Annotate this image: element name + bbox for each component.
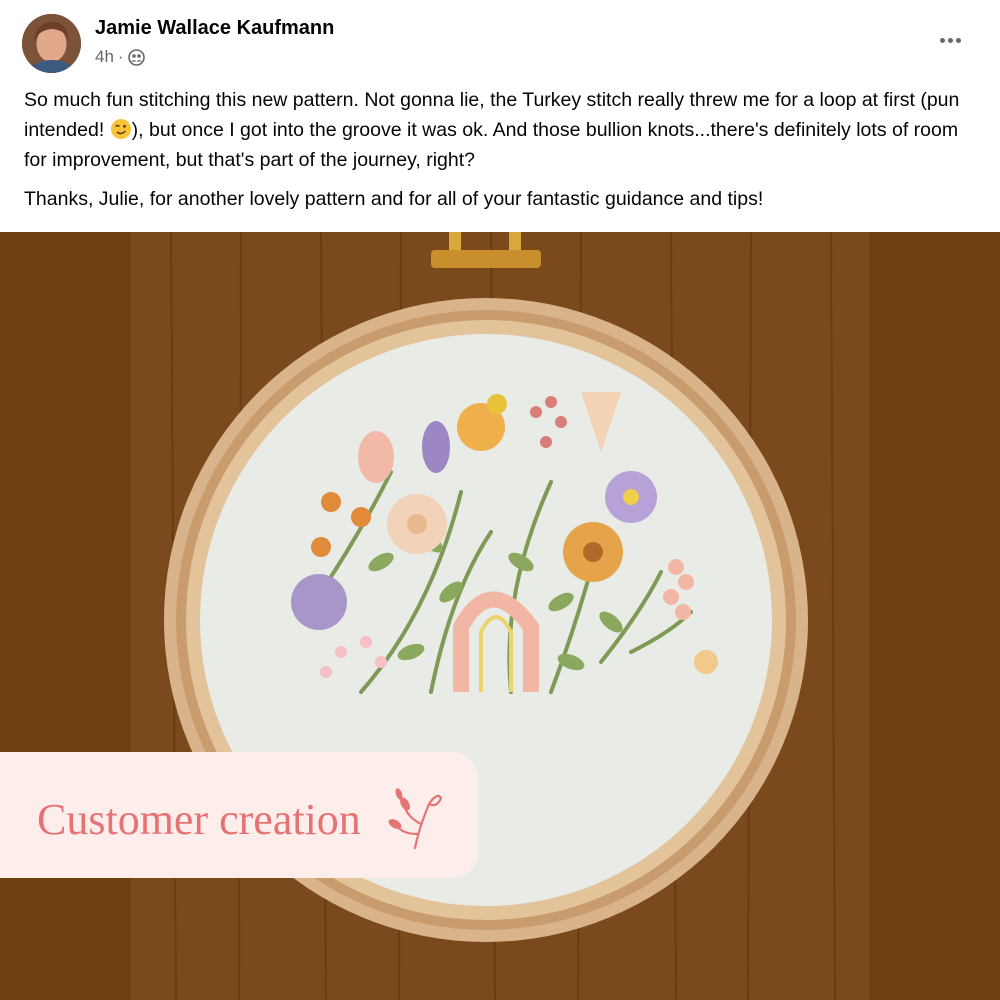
post-timestamp[interactable]: 4h	[95, 47, 114, 67]
post-paragraph-2: Thanks, Julie, for another lovely patter…	[24, 188, 764, 210]
post-body: So much fun stitching this new pattern. …	[24, 85, 974, 223]
post-meta: 4h ·	[95, 47, 145, 67]
post-photo[interactable]	[0, 232, 1000, 1000]
author-name[interactable]: Jamie Wallace Kaufmann	[95, 17, 334, 40]
embroidery-photo	[131, 232, 869, 1000]
post-header: Jamie Wallace Kaufmann 4h · So much fun …	[0, 0, 1000, 232]
friends-icon[interactable]	[127, 48, 145, 66]
post-paragraph-1: So much fun stitching this new pattern. …	[24, 85, 974, 175]
winking-face-emoji	[110, 118, 132, 140]
customer-creation-label: Customer creation	[37, 795, 361, 844]
author-avatar[interactable]	[22, 14, 81, 73]
sprig-icon	[385, 778, 447, 854]
meta-separator: ·	[117, 47, 124, 66]
post-text-part-2: ), but once I got into the groove it was…	[24, 119, 959, 171]
more-options-icon[interactable]	[930, 24, 970, 56]
